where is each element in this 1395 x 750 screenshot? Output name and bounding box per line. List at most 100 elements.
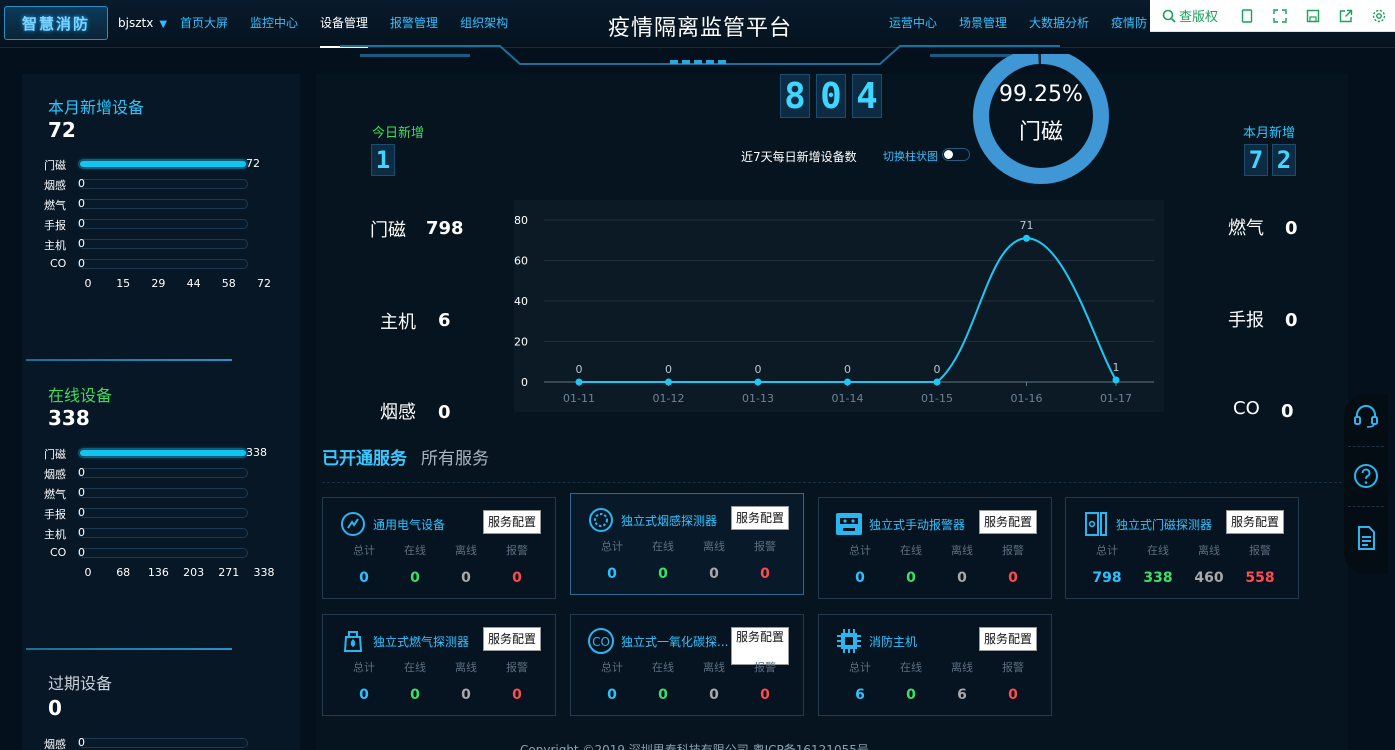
service-card-header: 总计 [849, 661, 871, 674]
stat-value-host: 6 [438, 310, 451, 331]
service-card[interactable]: 独立式手动报警器 服务配置 总计 在线 离线 报警 0 0 0 0 [818, 497, 1052, 599]
online-devices-bar-tick: 0 [84, 566, 92, 579]
chart-data-label: 0 [755, 363, 762, 376]
logo[interactable]: 智慧消防 [4, 6, 108, 40]
service-card[interactable]: CO 独立式一氧化碳探... 服务配置 总计 在线 离线 报警 0 0 0 0 [570, 614, 804, 716]
online-devices-bar-row: 主机 0 [22, 526, 300, 541]
online-devices-bar-value: 0 [78, 526, 85, 539]
chart-point [1112, 376, 1120, 384]
service-config-button[interactable]: 服务配置 [731, 506, 789, 530]
chart-x-tick: 01-16 [1011, 392, 1043, 405]
service-config-button[interactable]: 服务配置 [1226, 510, 1284, 534]
smoke-detector-icon [587, 506, 615, 534]
new-devices-bar-value: 0 [78, 177, 85, 190]
new-devices-bar-label: 手报 [44, 219, 66, 232]
tab-enabled-services[interactable]: 已开通服务 [322, 444, 407, 469]
service-card-value: 0 [1008, 570, 1018, 586]
service-card[interactable]: 独立式燃气探测器 服务配置 总计 在线 离线 报警 0 0 0 0 [322, 614, 556, 716]
share-icon[interactable] [1329, 0, 1362, 32]
new-devices-bar-tick: 29 [151, 277, 166, 290]
document-icon[interactable] [1352, 524, 1380, 552]
service-card-value: 0 [709, 566, 719, 582]
gas-detector-icon [339, 627, 367, 655]
service-config-button[interactable]: 服务配置 [979, 510, 1037, 534]
online-devices-title: 在线设备 [48, 386, 113, 405]
nav-item-bigdata[interactable]: 大数据分析 [1029, 0, 1089, 48]
service-card[interactable]: 独立式门磁探测器 服务配置 总计 在线 离线 报警 798 338 460 558 [1065, 497, 1299, 599]
stat-label-manual: 手报 [1228, 310, 1264, 331]
new-devices-bar-tick: 58 [221, 277, 236, 290]
tab-all-services[interactable]: 所有服务 [421, 444, 489, 469]
new-devices-bar-row: 燃气 0 [22, 197, 300, 212]
check-copyright-label: 查版权 [1178, 10, 1218, 25]
service-card-value: 0 [906, 570, 916, 586]
nav-item-monitor[interactable]: 监控中心 [250, 0, 298, 48]
service-config-button[interactable]: 服务配置 [483, 627, 541, 651]
service-card-headers: 总计 在线 离线 报警 [819, 659, 1053, 674]
chart-data-label: 0 [665, 363, 672, 376]
nav-item-home[interactable]: 首页大屏 [180, 0, 228, 48]
expired-devices-bar-track [78, 738, 248, 748]
service-card-header: 在线 [404, 661, 426, 674]
user-menu[interactable]: bjsztx ▼ [118, 16, 167, 30]
divider [26, 648, 232, 650]
online-devices-bar-label: 门磁 [44, 448, 66, 461]
new-devices-bar-track [78, 239, 248, 249]
chart-point [665, 378, 672, 386]
new-devices-bar-row: 主机 0 [22, 237, 300, 252]
month-new-counter: 7 2 [1244, 144, 1296, 176]
new-devices-bar-label: 燃气 [44, 199, 66, 212]
nav-item-epidemic[interactable]: 疫情防 [1111, 0, 1147, 48]
service-card-headers: 总计 在线 离线 报警 [1066, 542, 1300, 557]
mobile-icon[interactable] [1230, 0, 1263, 32]
nav-item-scenes[interactable]: 场景管理 [959, 0, 1007, 48]
service-card-value: 0 [607, 687, 617, 703]
nav-item-alarms[interactable]: 报警管理 [390, 0, 438, 48]
new-devices-bar-row: 门磁 72 [22, 157, 300, 172]
month-new-digit: 7 [1244, 144, 1268, 176]
chart-series-line [579, 237, 1117, 384]
new-devices-bar-label: 烟感 [44, 179, 66, 192]
service-card-header: 总计 [849, 544, 871, 557]
online-devices-bar-track [78, 468, 248, 478]
online-devices-bar-value: 0 [78, 506, 85, 519]
service-card-header: 离线 [703, 661, 725, 674]
search-icon [1162, 9, 1176, 23]
headset-icon[interactable] [1352, 402, 1380, 430]
chart-y-tick: 0 [521, 376, 528, 389]
service-card-name: 独立式一氧化碳探... [621, 635, 729, 649]
new-devices-value: 72 [48, 118, 76, 142]
fullscreen-icon[interactable] [1263, 0, 1296, 32]
total-counter: 8 0 4 [780, 74, 882, 118]
service-config-button[interactable]: 服务配置 [483, 510, 541, 534]
check-copyright-button[interactable]: 查版权 [1150, 0, 1230, 32]
month-new-label: 本月新增 [1243, 126, 1296, 141]
nav-left: 首页大屏 监控中心 设备管理 报警管理 组织架构 [180, 0, 530, 48]
service-card-values: 6 0 6 0 [819, 687, 1053, 705]
service-card-value: 0 [461, 570, 471, 586]
online-devices-bar-label: 烟感 [44, 468, 66, 481]
online-devices-bar-label: CO [50, 546, 67, 559]
service-card-header: 在线 [1147, 544, 1169, 557]
ring-percent: 99.25% [999, 82, 1083, 107]
settings-icon[interactable] [1362, 0, 1395, 32]
save-icon[interactable] [1296, 0, 1329, 32]
new-devices-bar-tick: 44 [186, 277, 201, 290]
new-devices-bar-value: 0 [78, 197, 85, 210]
service-card[interactable]: 消防主机 服务配置 总计 在线 离线 报警 6 0 6 0 [818, 614, 1052, 716]
electric-meter-icon [339, 510, 367, 538]
bar-chart-toggle[interactable] [942, 148, 970, 161]
service-card-header: 离线 [455, 544, 477, 557]
today-new-label: 今日新增 [372, 126, 425, 141]
service-card[interactable]: 通用电气设备 服务配置 总计 在线 离线 报警 0 0 0 0 [322, 497, 556, 599]
service-card-header: 总计 [353, 544, 375, 557]
service-card[interactable]: 独立式烟感探测器 服务配置 总计 在线 离线 报警 0 0 0 0 [570, 493, 804, 595]
service-config-button[interactable]: 服务配置 [979, 627, 1037, 651]
nav-item-org[interactable]: 组织架构 [460, 0, 508, 48]
help-icon[interactable] [1352, 462, 1380, 490]
nav-item-operations[interactable]: 运营中心 [889, 0, 937, 48]
footer-copyright: Copyright ©2019 深圳思泰科技有限公司 粤ICP备16121055… [520, 743, 869, 750]
nav-item-devices[interactable]: 设备管理 [320, 0, 369, 48]
service-card-value: 6 [855, 687, 865, 703]
service-card-value: 6 [957, 687, 967, 703]
